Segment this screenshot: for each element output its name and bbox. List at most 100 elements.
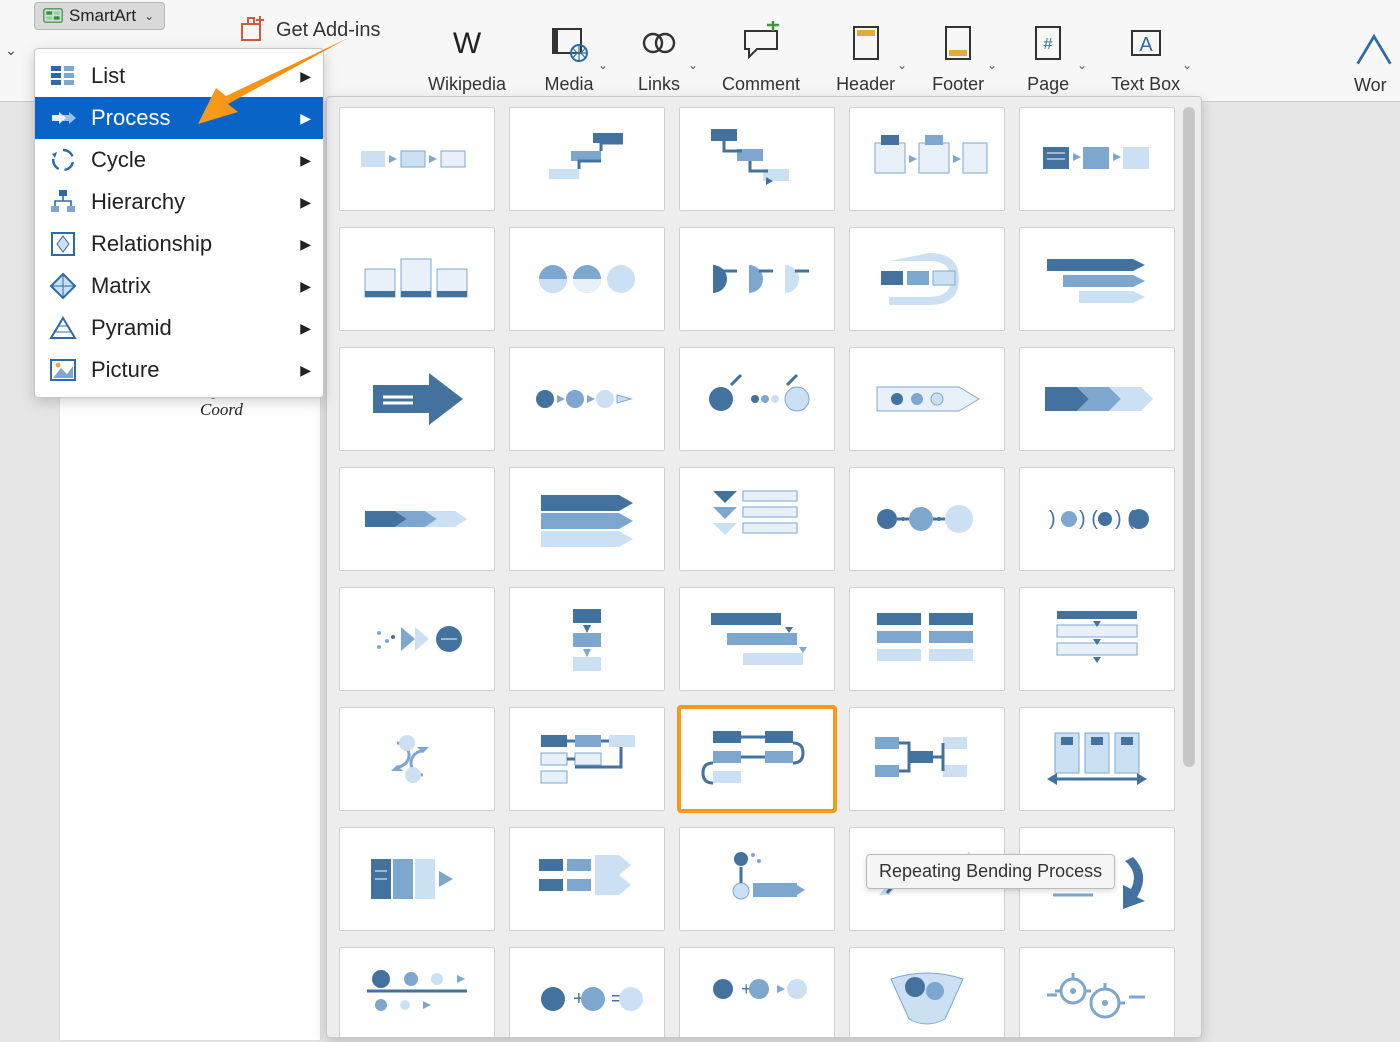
gallery-tile[interactable] (679, 587, 835, 691)
pyramid-icon (49, 314, 77, 342)
get-addins-label: Get Add-ins (276, 19, 381, 42)
gallery-tile[interactable] (339, 347, 495, 451)
ribbon-page-number[interactable]: # Page ⌄ (1003, 0, 1093, 101)
chevron-down-icon: ⌄ (987, 58, 997, 72)
gallery-tile-selected[interactable] (679, 707, 835, 811)
submenu-arrow-icon: ▶ (300, 110, 311, 127)
ribbon-label: Footer (932, 74, 984, 95)
chevron-down-icon: ⌄ (897, 58, 907, 72)
gallery-tile[interactable] (1019, 707, 1175, 811)
ribbon-wordart-cut[interactable]: Wor (1354, 0, 1400, 102)
picture-icon (49, 356, 77, 384)
header-icon (839, 14, 893, 72)
ribbon-label: Wikipedia (428, 74, 506, 95)
gallery-tile[interactable] (339, 947, 495, 1038)
gallery-tile[interactable] (1019, 587, 1175, 691)
gallery-tile[interactable] (509, 227, 665, 331)
chevron-down-icon: ⌄ (598, 58, 608, 72)
gallery-tile[interactable]: )) () ( (1019, 467, 1175, 571)
links-icon (632, 14, 686, 72)
gallery-tile[interactable] (339, 107, 495, 211)
category-item-hierarchy[interactable]: Hierarchy ▶ (35, 181, 323, 223)
chevron-down-icon: ⌄ (1077, 58, 1087, 72)
ribbon-text-box[interactable]: A Text Box ⌄ (1093, 0, 1198, 101)
ribbon-left-overflow[interactable]: ⌄ (0, 0, 22, 101)
svg-text:W: W (453, 27, 482, 60)
submenu-arrow-icon: ▶ (300, 194, 311, 211)
gallery-tile[interactable] (849, 227, 1005, 331)
category-label: Pyramid (91, 315, 172, 341)
gallery-tile[interactable] (1019, 947, 1175, 1038)
ribbon-media[interactable]: Media ⌄ (524, 0, 614, 101)
gallery-tile[interactable]: += (509, 947, 665, 1038)
ribbon-links[interactable]: Links ⌄ (614, 0, 704, 101)
category-item-pyramid[interactable]: Pyramid ▶ (35, 307, 323, 349)
gallery-scrollbar[interactable] (1183, 107, 1195, 1027)
category-item-relationship[interactable]: Relationship ▶ (35, 223, 323, 265)
gallery-tile[interactable] (509, 707, 665, 811)
ribbon-label: Wor (1354, 75, 1387, 96)
category-item-matrix[interactable]: Matrix ▶ (35, 265, 323, 307)
category-label: Cycle (91, 147, 146, 173)
hierarchy-icon (49, 188, 77, 216)
gallery-tile[interactable] (849, 467, 1005, 571)
gallery-tile[interactable] (339, 827, 495, 931)
gallery-tile[interactable] (849, 947, 1005, 1038)
ribbon-label: Header (836, 74, 895, 95)
comment-icon (734, 14, 788, 72)
gallery-tile[interactable] (509, 347, 665, 451)
wikipedia-icon: W (440, 14, 494, 72)
category-item-picture[interactable]: Picture ▶ (35, 349, 323, 391)
gallery-tile[interactable] (679, 227, 835, 331)
gallery-tile[interactable] (679, 107, 835, 211)
gallery-tile[interactable] (339, 227, 495, 331)
gallery-tile[interactable] (339, 707, 495, 811)
category-label: List (91, 63, 125, 89)
cycle-icon (49, 146, 77, 174)
gallery-grid: )) () ( += + (339, 107, 1177, 1038)
gallery-tile[interactable] (509, 467, 665, 571)
gallery-tile[interactable] (679, 467, 835, 571)
category-item-list[interactable]: List ▶ (35, 55, 323, 97)
smartart-button-label: SmartArt (69, 6, 136, 26)
smartart-category-menu: List ▶ Process ▶ Cycle ▶ Hierarchy ▶ Rel… (34, 48, 324, 398)
submenu-arrow-icon: ▶ (300, 278, 311, 295)
category-label: Process (91, 105, 170, 131)
gallery-tile[interactable] (1019, 347, 1175, 451)
category-label: Picture (91, 357, 159, 383)
submenu-arrow-icon: ▶ (300, 68, 311, 85)
category-item-cycle[interactable]: Cycle ▶ (35, 139, 323, 181)
ribbon-header[interactable]: Header ⌄ (818, 0, 913, 101)
smartart-dropdown-button[interactable]: SmartArt ⌄ (34, 2, 165, 30)
get-addins-button[interactable]: Get Add-ins (238, 16, 381, 44)
svg-text:A: A (1139, 34, 1153, 56)
gallery-tile[interactable] (509, 587, 665, 691)
gallery-tile[interactable] (679, 347, 835, 451)
gallery-tile[interactable] (679, 827, 835, 931)
ribbon-comment[interactable]: Comment (704, 0, 818, 101)
category-label: Relationship (91, 231, 212, 257)
svg-text:): ) (1049, 508, 1056, 530)
gallery-tile[interactable] (849, 347, 1005, 451)
gallery-tile[interactable] (849, 707, 1005, 811)
submenu-arrow-icon: ▶ (300, 152, 311, 169)
gallery-tile[interactable] (509, 827, 665, 931)
svg-text:#: # (1044, 36, 1053, 53)
gallery-tile[interactable] (849, 587, 1005, 691)
submenu-arrow-icon: ▶ (300, 236, 311, 253)
gallery-tile[interactable]: + (679, 947, 835, 1038)
smartart-icon (43, 8, 63, 24)
gallery-tile-tooltip: Repeating Bending Process (866, 854, 1115, 889)
gallery-tile[interactable] (339, 467, 495, 571)
ribbon-wikipedia[interactable]: W Wikipedia (410, 0, 524, 101)
gallery-tile[interactable] (509, 107, 665, 211)
gallery-tile[interactable] (1019, 227, 1175, 331)
gallery-tile[interactable] (849, 107, 1005, 211)
category-item-process[interactable]: Process ▶ (35, 97, 323, 139)
ribbon-footer[interactable]: Footer ⌄ (913, 0, 1003, 101)
gallery-tile[interactable] (339, 587, 495, 691)
text-box-icon: A (1119, 14, 1173, 72)
ribbon-label: Media (545, 74, 594, 95)
gallery-tile[interactable] (1019, 107, 1175, 211)
scrollbar-thumb[interactable] (1183, 107, 1195, 767)
